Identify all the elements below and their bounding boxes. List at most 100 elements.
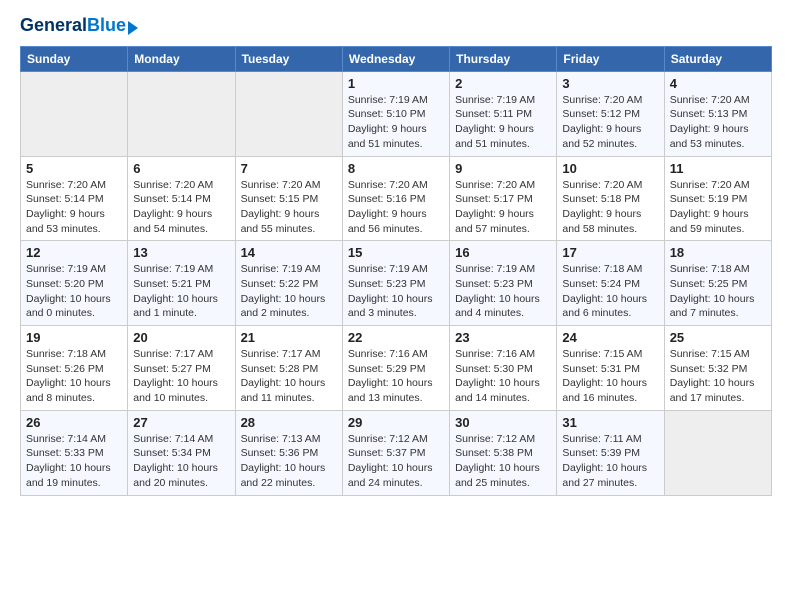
weekday-header-monday: Monday <box>128 46 235 71</box>
day-number: 16 <box>455 245 551 260</box>
calendar-cell: 31 Sunrise: 7:11 AMSunset: 5:39 PMDayligh… <box>557 410 664 495</box>
calendar-cell: 16 Sunrise: 7:19 AMSunset: 5:23 PMDayligh… <box>450 241 557 326</box>
calendar-cell: 2 Sunrise: 7:19 AMSunset: 5:11 PMDaylight… <box>450 71 557 156</box>
day-info: Sunrise: 7:19 AMSunset: 5:23 PMDaylight:… <box>348 262 444 321</box>
day-info: Sunrise: 7:18 AMSunset: 5:24 PMDaylight:… <box>562 262 658 321</box>
day-number: 13 <box>133 245 229 260</box>
day-number: 30 <box>455 415 551 430</box>
day-number: 6 <box>133 161 229 176</box>
day-number: 15 <box>348 245 444 260</box>
calendar-cell: 8Sunrise: 7:20 AMSunset: 5:16 PMDaylight… <box>342 156 449 241</box>
day-info: Sunrise: 7:20 AMSunset: 5:19 PMDaylight:… <box>670 178 766 237</box>
day-info: Sunrise: 7:18 AMSunset: 5:25 PMDaylight:… <box>670 262 766 321</box>
day-number: 28 <box>241 415 337 430</box>
day-number: 31 <box>562 415 658 430</box>
day-info: Sunrise: 7:12 AMSunset: 5:38 PMDaylight:… <box>455 432 551 491</box>
day-info: Sunrise: 7:12 AMSunset: 5:37 PMDaylight:… <box>348 432 444 491</box>
calendar-cell <box>21 71 128 156</box>
day-info: Sunrise: 7:15 AMSunset: 5:31 PMDaylight:… <box>562 347 658 406</box>
day-number: 20 <box>133 330 229 345</box>
day-info: Sunrise: 7:19 AMSunset: 5:22 PMDaylight:… <box>241 262 337 321</box>
day-number: 23 <box>455 330 551 345</box>
logo-arrow-icon <box>128 21 138 35</box>
calendar-cell: 6Sunrise: 7:20 AMSunset: 5:14 PMDaylight… <box>128 156 235 241</box>
day-number: 26 <box>26 415 122 430</box>
day-info: Sunrise: 7:20 AMSunset: 5:15 PMDaylight:… <box>241 178 337 237</box>
calendar-cell <box>664 410 771 495</box>
day-info: Sunrise: 7:13 AMSunset: 5:36 PMDaylight:… <box>241 432 337 491</box>
calendar-cell: 29Sunrise: 7:12 AMSunset: 5:37 PMDayligh… <box>342 410 449 495</box>
day-info: Sunrise: 7:19 AMSunset: 5:11 PMDaylight:… <box>455 93 551 152</box>
weekday-header-thursday: Thursday <box>450 46 557 71</box>
calendar-cell <box>235 71 342 156</box>
day-number: 7 <box>241 161 337 176</box>
day-info: Sunrise: 7:19 AMSunset: 5:20 PMDaylight:… <box>26 262 122 321</box>
calendar-cell: 9Sunrise: 7:20 AMSunset: 5:17 PMDaylight… <box>450 156 557 241</box>
day-info: Sunrise: 7:14 AMSunset: 5:33 PMDaylight:… <box>26 432 122 491</box>
calendar-cell: 26 Sunrise: 7:14 AMSunset: 5:33 PMDayligh… <box>21 410 128 495</box>
page: GeneralBlue SundayMondayTuesdayWednesday… <box>0 0 792 516</box>
day-info: Sunrise: 7:18 AMSunset: 5:26 PMDaylight:… <box>26 347 122 406</box>
day-number: 21 <box>241 330 337 345</box>
week-row-4: 19 Sunrise: 7:18 AMSunset: 5:26 PMDayligh… <box>21 326 772 411</box>
day-number: 8 <box>348 161 444 176</box>
calendar-cell: 25 Sunrise: 7:15 AMSunset: 5:32 PMDayligh… <box>664 326 771 411</box>
logo-text: GeneralBlue <box>20 16 126 36</box>
day-info: Sunrise: 7:19 AMSunset: 5:23 PMDaylight:… <box>455 262 551 321</box>
weekday-header-saturday: Saturday <box>664 46 771 71</box>
calendar-cell: 11Sunrise: 7:20 AMSunset: 5:19 PMDayligh… <box>664 156 771 241</box>
weekday-header-row: SundayMondayTuesdayWednesdayThursdayFrid… <box>21 46 772 71</box>
day-number: 5 <box>26 161 122 176</box>
day-number: 10 <box>562 161 658 176</box>
day-number: 14 <box>241 245 337 260</box>
day-number: 4 <box>670 76 766 91</box>
day-info: Sunrise: 7:19 AMSunset: 5:21 PMDaylight:… <box>133 262 229 321</box>
day-info: Sunrise: 7:15 AMSunset: 5:32 PMDaylight:… <box>670 347 766 406</box>
calendar-cell: 5 Sunrise: 7:20 AMSunset: 5:14 PMDaylight… <box>21 156 128 241</box>
day-info: Sunrise: 7:16 AMSunset: 5:30 PMDaylight:… <box>455 347 551 406</box>
calendar-cell: 1 Sunrise: 7:19 AMSunset: 5:10 PMDaylight… <box>342 71 449 156</box>
day-number: 1 <box>348 76 444 91</box>
calendar-cell: 14 Sunrise: 7:19 AMSunset: 5:22 PMDayligh… <box>235 241 342 326</box>
day-info: Sunrise: 7:20 AMSunset: 5:13 PMDaylight:… <box>670 93 766 152</box>
day-number: 27 <box>133 415 229 430</box>
weekday-header-tuesday: Tuesday <box>235 46 342 71</box>
calendar-cell: 24Sunrise: 7:15 AMSunset: 5:31 PMDayligh… <box>557 326 664 411</box>
calendar-cell: 23 Sunrise: 7:16 AMSunset: 5:30 PMDayligh… <box>450 326 557 411</box>
week-row-2: 5 Sunrise: 7:20 AMSunset: 5:14 PMDaylight… <box>21 156 772 241</box>
week-row-3: 12 Sunrise: 7:19 AMSunset: 5:20 PMDayligh… <box>21 241 772 326</box>
calendar-cell: 3 Sunrise: 7:20 AMSunset: 5:12 PMDaylight… <box>557 71 664 156</box>
calendar-cell: 27 Sunrise: 7:14 AMSunset: 5:34 PMDayligh… <box>128 410 235 495</box>
day-info: Sunrise: 7:20 AMSunset: 5:12 PMDaylight:… <box>562 93 658 152</box>
calendar-cell: 28 Sunrise: 7:13 AMSunset: 5:36 PMDayligh… <box>235 410 342 495</box>
weekday-header-wednesday: Wednesday <box>342 46 449 71</box>
day-number: 3 <box>562 76 658 91</box>
calendar-cell: 22 Sunrise: 7:16 AMSunset: 5:29 PMDayligh… <box>342 326 449 411</box>
calendar-cell: 19 Sunrise: 7:18 AMSunset: 5:26 PMDayligh… <box>21 326 128 411</box>
day-info: Sunrise: 7:19 AMSunset: 5:10 PMDaylight:… <box>348 93 444 152</box>
day-number: 25 <box>670 330 766 345</box>
calendar-cell: 30 Sunrise: 7:12 AMSunset: 5:38 PMDayligh… <box>450 410 557 495</box>
day-number: 18 <box>670 245 766 260</box>
week-row-1: 1 Sunrise: 7:19 AMSunset: 5:10 PMDaylight… <box>21 71 772 156</box>
logo: GeneralBlue <box>20 16 138 36</box>
day-number: 22 <box>348 330 444 345</box>
day-number: 12 <box>26 245 122 260</box>
day-info: Sunrise: 7:14 AMSunset: 5:34 PMDaylight:… <box>133 432 229 491</box>
day-number: 19 <box>26 330 122 345</box>
day-info: Sunrise: 7:17 AMSunset: 5:27 PMDaylight:… <box>133 347 229 406</box>
calendar-cell: 15 Sunrise: 7:19 AMSunset: 5:23 PMDayligh… <box>342 241 449 326</box>
weekday-header-sunday: Sunday <box>21 46 128 71</box>
day-number: 2 <box>455 76 551 91</box>
day-info: Sunrise: 7:20 AMSunset: 5:18 PMDaylight:… <box>562 178 658 237</box>
header: GeneralBlue <box>20 16 772 36</box>
day-info: Sunrise: 7:11 AMSunset: 5:39 PMDaylight:… <box>562 432 658 491</box>
day-info: Sunrise: 7:16 AMSunset: 5:29 PMDaylight:… <box>348 347 444 406</box>
calendar-cell: 13 Sunrise: 7:19 AMSunset: 5:21 PMDayligh… <box>128 241 235 326</box>
day-info: Sunrise: 7:20 AMSunset: 5:17 PMDaylight:… <box>455 178 551 237</box>
calendar-cell: 17 Sunrise: 7:18 AMSunset: 5:24 PMDayligh… <box>557 241 664 326</box>
calendar-cell: 21Sunrise: 7:17 AMSunset: 5:28 PMDayligh… <box>235 326 342 411</box>
day-number: 17 <box>562 245 658 260</box>
day-info: Sunrise: 7:20 AMSunset: 5:14 PMDaylight:… <box>26 178 122 237</box>
calendar-cell: 10 Sunrise: 7:20 AMSunset: 5:18 PMDayligh… <box>557 156 664 241</box>
